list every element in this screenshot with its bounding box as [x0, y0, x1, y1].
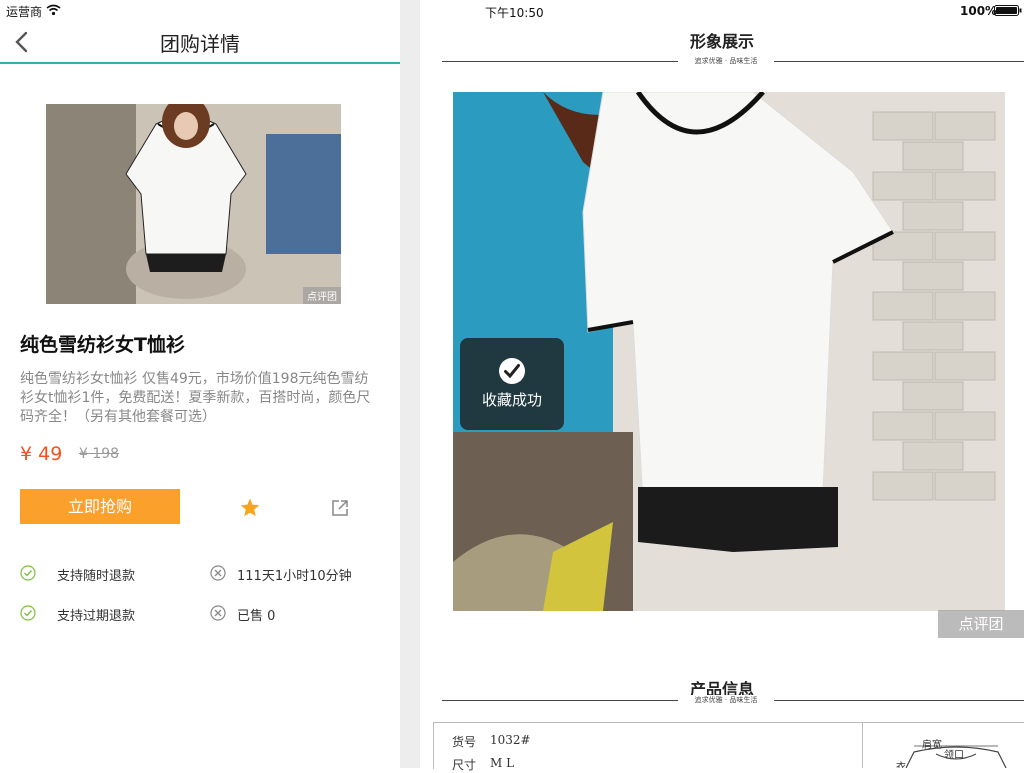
- status-time: 下午10:50: [485, 6, 544, 20]
- diagram-label-shoulder: 肩宽: [922, 740, 942, 751]
- feature-sold-count: 已售 0: [237, 609, 276, 624]
- detail-panel: 运营商 团购详情 点评团 纯色雪纺衫女T恤衫 纯色雪纺衫女t恤衫 仅售49元，市…: [0, 0, 400, 768]
- product-image[interactable]: 点评团: [46, 104, 341, 304]
- current-price: ¥ 49: [20, 443, 63, 465]
- toast-message: 收藏成功: [481, 391, 542, 409]
- check-icon: [499, 358, 525, 384]
- battery-icon: [994, 5, 1022, 16]
- table-divider: [862, 722, 863, 768]
- product-title: 纯色雪纺衫女T恤衫: [20, 334, 185, 356]
- check-circle-icon: [20, 565, 36, 581]
- size-diagram: 肩宽 领口 衣: [866, 724, 1024, 768]
- x-circle-icon: [210, 565, 226, 581]
- feature-time-remaining: 111天1小时10分钟: [237, 569, 352, 584]
- carrier-label: 运营商: [6, 5, 43, 19]
- panel-divider: [400, 0, 420, 768]
- check-circle-icon: [20, 605, 36, 621]
- feature-refund-anytime: 支持随时退款: [57, 569, 136, 584]
- feature-refund-expired: 支持过期退款: [57, 609, 136, 624]
- section-title-showcase: 形象展示: [689, 32, 754, 51]
- section-subtitle: 追求优雅 · 品味生活: [678, 56, 774, 66]
- buy-now-button[interactable]: 立即抢购: [20, 489, 180, 524]
- diagram-label-collar: 领口: [944, 750, 964, 761]
- size-label: 尺寸: [452, 758, 477, 772]
- image-watermark-large: 点评团: [938, 610, 1024, 638]
- diagram-label-body: 衣: [896, 762, 906, 768]
- share-icon: [332, 500, 348, 516]
- product-description: 纯色雪纺衫女t恤衫 仅售49元，市场价值198元纯色雪纺衫女t恤衫1件，免费配送…: [20, 371, 371, 425]
- image-watermark: 点评团: [303, 287, 341, 304]
- original-price: ¥ 198: [79, 446, 120, 462]
- x-circle-icon: [210, 605, 226, 621]
- star-icon: [240, 498, 260, 517]
- battery-label: 100%: [960, 4, 998, 18]
- sku-value: 1032#: [490, 733, 531, 747]
- wifi-icon: [46, 4, 61, 16]
- share-button[interactable]: [330, 498, 350, 518]
- section-subtitle: 追求优雅 · 品味生活: [678, 695, 774, 705]
- page-title: 团购详情: [160, 32, 240, 56]
- sku-label: 货号: [452, 735, 477, 749]
- favorite-button[interactable]: [238, 496, 262, 520]
